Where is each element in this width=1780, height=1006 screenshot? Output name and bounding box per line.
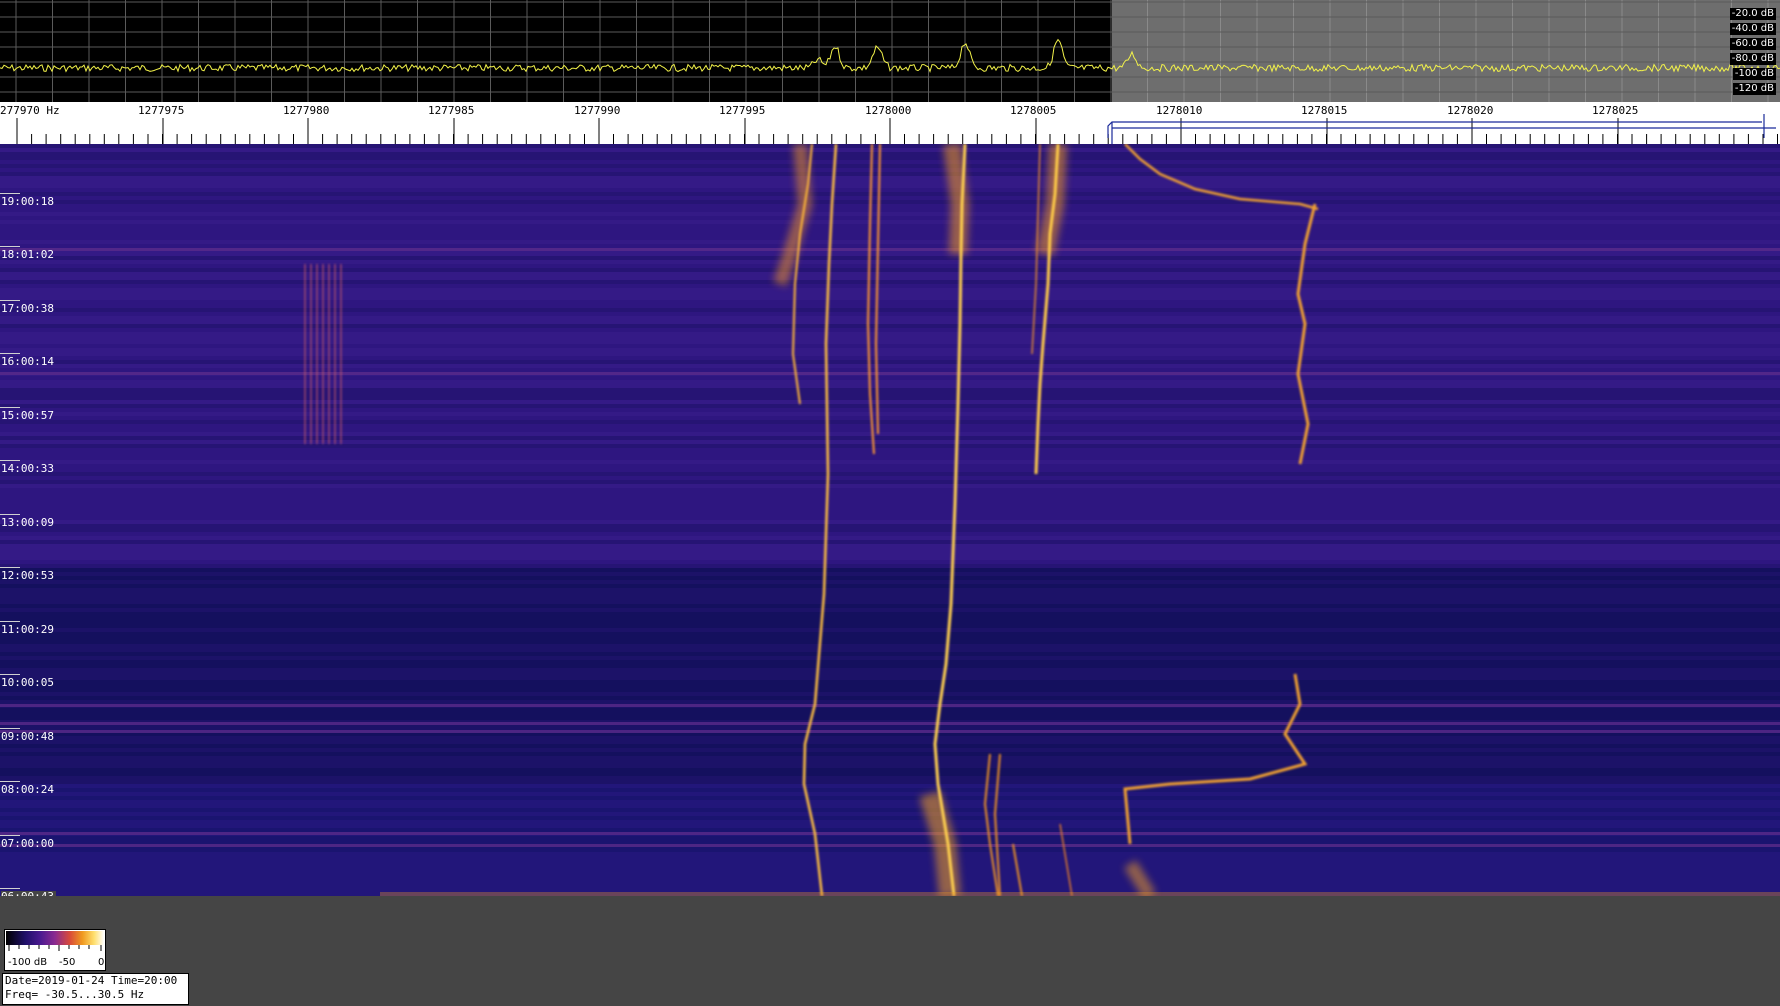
time-label: 11:00:29 [1,623,54,636]
time-label: 10:00:05 [1,676,54,689]
freq-label: 1277995 [719,104,766,117]
time-label: 09:00:48 [1,730,54,743]
spectrum-active-area [0,0,1112,102]
time-tick [0,567,20,568]
db-label: -120 dB [1732,83,1776,95]
time-tick [0,674,20,675]
freq-label: 1277990 [574,104,621,117]
time-tick [0,407,20,408]
info-box: Date=2019-01-24 Time=20:00 Freq= -30.5..… [2,973,189,1005]
freq-label: 1278020 [1447,104,1494,117]
time-tick [0,353,20,354]
frequency-scale[interactable]: 277970 Hz 1277975 1277980 1277985 127799… [0,102,1780,144]
time-tick [0,514,20,515]
spectrum-display[interactable]: -20.0 dB -40.0 dB -60.0 dB -80.0 dB -100… [0,0,1780,102]
time-label: 19:00:18 [1,195,54,208]
waterfall-bands [0,144,1780,896]
time-label: 12:00:53 [1,569,54,582]
time-tick [0,888,20,889]
time-tick [0,728,20,729]
spectrum-plot [0,0,1780,102]
time-label: 17:00:38 [1,302,54,315]
time-tick [0,300,20,301]
colorbar[interactable]: -100 dB -50 0 [4,929,106,971]
info-date-time: Date=2019-01-24 Time=20:00 [5,974,178,987]
freq-label: 1277980 [283,104,330,117]
db-label: -100 dB [1732,68,1776,80]
time-label: 15:00:57 [1,409,54,422]
freq-label: 1278000 [865,104,912,117]
db-label: -60.0 dB [1729,38,1776,50]
freq-label: 1278005 [1010,104,1057,117]
db-label: -40.0 dB [1729,23,1776,35]
time-label: 14:00:33 [1,462,54,475]
time-tick [0,621,20,622]
waterfall-image [0,144,1780,896]
spectrum-grey-area [1112,0,1780,102]
time-label: 16:00:14 [1,355,54,368]
time-tick [0,835,20,836]
freq-label: 1277975 [138,104,185,117]
freq-label: 277970 Hz [0,104,60,117]
freq-label: 1278025 [1592,104,1639,117]
colorbar-label: -100 dB [8,957,48,968]
freq-label: 1278015 [1301,104,1348,117]
freq-label: 1278010 [1156,104,1203,117]
colorbar-label: 0 [98,957,105,968]
time-label: 08:00:24 [1,783,54,796]
time-label: 07:00:00 [1,837,54,850]
colorbar-gradient [6,931,104,945]
freq-label: 1277985 [428,104,475,117]
db-label: -80.0 dB [1729,53,1776,65]
time-tick [0,193,20,194]
time-tick [0,246,20,247]
db-label: -20.0 dB [1729,8,1776,20]
time-tick [0,781,20,782]
lower-panel [0,896,1780,1006]
time-label: 13:00:09 [1,516,54,529]
waterfall-display[interactable]: 19:00:18 18:01:02 17:00:38 16:00:14 15:0… [0,144,1780,903]
info-freq-range: Freq= -30.5...30.5 Hz [5,988,145,1001]
time-label: 18:01:02 [1,248,54,261]
colorbar-label: -50 [59,957,76,968]
time-tick [0,460,20,461]
